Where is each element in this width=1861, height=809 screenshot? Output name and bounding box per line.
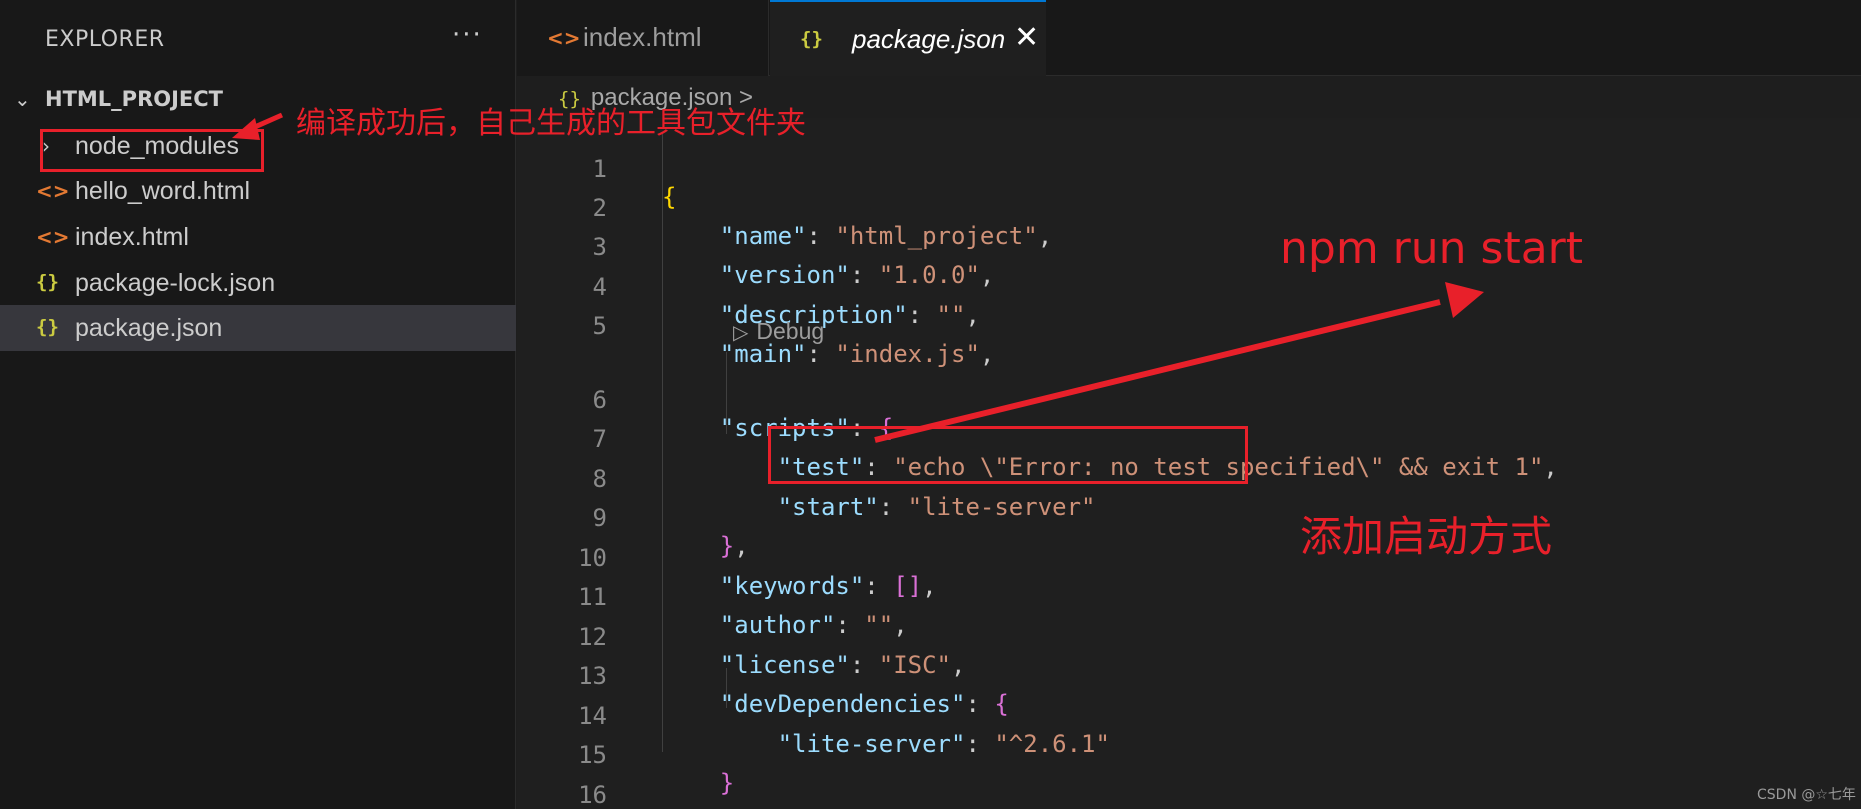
annotation-node-modules-note: 编译成功后，自己生成的工具包文件夹: [296, 106, 806, 141]
arrow-to-npm-command: [874, 299, 1441, 443]
arrowhead-npm-command: [1445, 282, 1484, 318]
watermark: CSDN @☆七年: [1757, 787, 1856, 803]
arrowhead-node-modules: [232, 118, 260, 140]
annotation-start-note: 添加启动方式: [1300, 512, 1553, 561]
annotation-arrows: [232, 112, 1484, 443]
annotation-npm-command: npm run start: [1280, 223, 1583, 274]
